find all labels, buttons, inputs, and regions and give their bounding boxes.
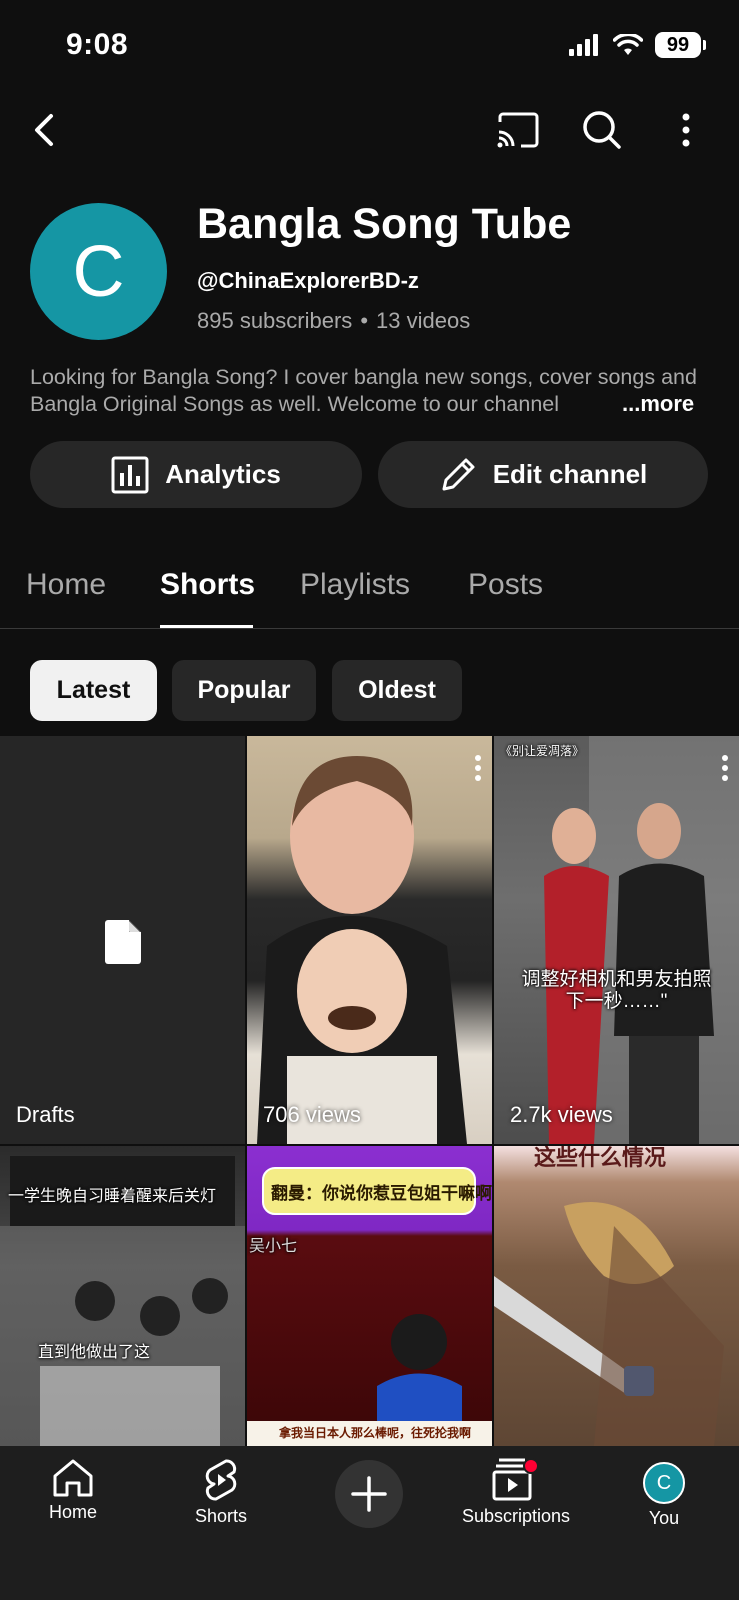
channel-name: Bangla Song Tube (197, 200, 572, 248)
chip-latest[interactable]: Latest (30, 660, 157, 721)
short-thumbnail[interactable]: 706 views (247, 736, 492, 1144)
tab-home[interactable]: Home (26, 568, 106, 602)
active-tab-indicator (160, 625, 253, 628)
cast-icon (497, 112, 539, 148)
tab-posts[interactable]: Posts (468, 568, 543, 602)
document-icon (105, 920, 141, 964)
edit-channel-button[interactable]: Edit channel (378, 441, 708, 508)
wifi-icon (613, 34, 643, 55)
chip-oldest[interactable]: Oldest (332, 660, 462, 721)
more-vertical-icon (682, 113, 690, 147)
description-more-link[interactable]: ...more (606, 391, 695, 417)
short-thumbnail[interactable]: 《别让爱凋落》 调整好相机和男友拍照 下一秒……" 2.7k views (494, 736, 739, 1144)
cast-button[interactable] (490, 102, 546, 158)
back-arrow-icon (35, 114, 53, 146)
thumbnail-art (494, 1202, 724, 1446)
search-icon (583, 111, 621, 149)
nav-home-label: Home (48, 1502, 97, 1522)
avatar: C (643, 1462, 685, 1504)
short-thumbnail[interactable]: 翻曼：你说你惹豆包姐干嘛啊 吴小七 拿我当日本人那么棒呢，往死抡我啊 (247, 1146, 492, 1446)
thumbnail-art (544, 736, 739, 1144)
thumbnail-art (257, 756, 467, 1144)
top-app-bar (0, 100, 739, 162)
home-icon (53, 1459, 93, 1497)
search-button[interactable] (574, 102, 630, 158)
chip-popular[interactable]: Popular (172, 660, 316, 721)
channel-tabs: Home Shorts Playlists Posts (0, 560, 739, 629)
thumbnail-caption: 一学生晚自习睡着醒来后关灯 (8, 1188, 217, 1205)
analytics-icon (111, 456, 149, 493)
nav-subscriptions[interactable]: Subscriptions (446, 1458, 586, 1527)
more-vertical-icon[interactable] (474, 754, 482, 782)
nav-you-label: You (648, 1508, 680, 1528)
nav-shorts-label: Shorts (194, 1506, 248, 1526)
analytics-button[interactable]: Analytics (30, 441, 362, 508)
status-time: 9:08 (66, 28, 129, 61)
pencil-icon (442, 458, 475, 490)
edit-channel-label: Edit channel (492, 459, 648, 489)
battery-indicator: 99 (655, 32, 706, 58)
subscriber-count: 895 subscribers (197, 308, 353, 333)
create-button[interactable] (335, 1460, 403, 1528)
drafts-tile[interactable]: Drafts (0, 736, 245, 1144)
cellular-signal-icon (569, 34, 598, 56)
thumbnail-caption: 翻曼：你说你惹豆包姐干嘛啊 (271, 1184, 492, 1203)
short-thumbnail[interactable]: 一学生晚自习睡着醒来后关灯 直到他做出了这 (0, 1146, 245, 1446)
shorts-icon (205, 1459, 237, 1501)
more-options-button[interactable] (658, 102, 714, 158)
thumbnail-caption: 吴小七 (249, 1238, 298, 1255)
nav-you[interactable]: C You (594, 1458, 734, 1529)
subscriptions-icon (492, 1458, 539, 1501)
stats-separator: • (360, 308, 369, 333)
status-icons: 99 (569, 32, 706, 58)
channel-description[interactable]: Looking for Bangla Song? I cover bangla … (30, 364, 700, 418)
tab-playlists[interactable]: Playlists (300, 568, 410, 602)
thumbnail-caption: 这些什么情况 (534, 1146, 667, 1170)
more-vertical-icon[interactable] (721, 754, 729, 782)
nav-home[interactable]: Home (3, 1458, 143, 1523)
view-count: 706 views (263, 1102, 361, 1127)
bottom-navigation: Home Shorts Subscriptions C You (0, 1446, 739, 1600)
video-count: 13 videos (376, 308, 471, 333)
view-count: 2.7k views (510, 1102, 613, 1127)
back-button[interactable] (16, 102, 72, 158)
tab-shorts[interactable]: Shorts (160, 568, 255, 602)
channel-avatar[interactable]: C (30, 203, 167, 340)
nav-subscriptions-label: Subscriptions (461, 1506, 571, 1526)
nav-shorts[interactable]: Shorts (151, 1458, 291, 1527)
thumbnail-caption: 《别让爱凋落》 (500, 744, 585, 758)
channel-handle: @ChinaExplorerBD-z (197, 268, 419, 293)
drafts-label: Drafts (16, 1102, 75, 1127)
channel-stats: 895 subscribers • 13 videos (197, 308, 470, 334)
thumbnail-caption: 拿我当日本人那么棒呢，往死抡我啊 (279, 1426, 472, 1440)
thumbnail-caption: 直到他做出了这 (38, 1344, 151, 1361)
short-thumbnail[interactable]: 这些什么情况 (494, 1146, 739, 1446)
analytics-label: Analytics (165, 459, 281, 489)
status-bar: 9:08 99 (0, 0, 739, 95)
plus-icon (351, 1476, 387, 1512)
thumbnail-caption: 下一秒……" (565, 991, 668, 1012)
